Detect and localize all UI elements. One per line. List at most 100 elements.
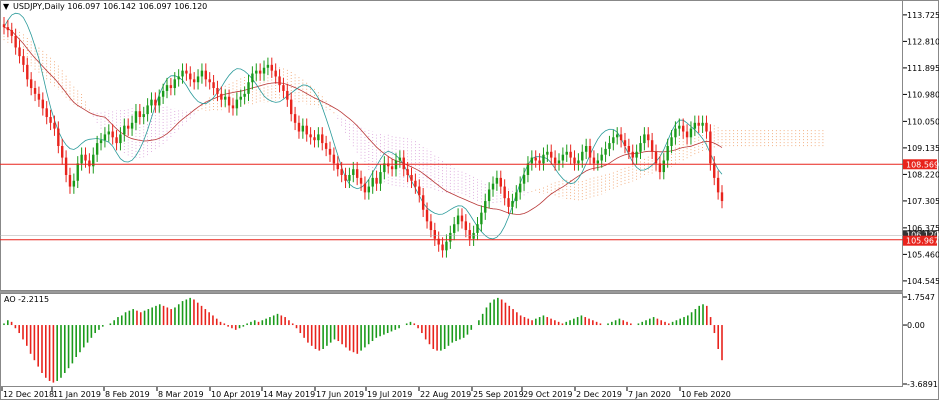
chikou-line: [3, 12, 723, 240]
candle-body: [418, 186, 421, 196]
candle-body: [596, 160, 600, 164]
candle-body: [600, 154, 603, 161]
candle-body: [200, 70, 204, 77]
candle-body: [204, 70, 208, 80]
trading-chart[interactable]: 108.569106.120105.967 113.725112.810111.…: [0, 0, 939, 400]
candle-body: [26, 64, 29, 80]
candle-body: [503, 186, 506, 199]
candle-body: [553, 157, 557, 164]
candle-body: [371, 177, 374, 187]
candle-body: [99, 140, 103, 144]
candle-body: [716, 177, 720, 193]
candle-body: [2, 24, 6, 28]
candle-body: [705, 122, 708, 132]
candle-body: [515, 192, 518, 202]
candle-body: [367, 186, 371, 193]
candle-body: [192, 79, 196, 83]
candle-body: [612, 137, 615, 144]
candle-body: [340, 169, 343, 175]
candle-body: [161, 90, 165, 97]
ao-tick-label: 0.00: [907, 321, 925, 330]
candle-body: [701, 122, 704, 126]
candle-body: [534, 157, 537, 161]
candle-body: [685, 131, 689, 138]
candle-body: [321, 134, 324, 144]
candle-body: [29, 79, 33, 89]
candle-body: [53, 122, 56, 129]
candle-body: [247, 82, 250, 94]
candle-body: [390, 166, 394, 170]
candle-body: [379, 172, 382, 184]
candle-body: [119, 134, 122, 144]
candle-body: [45, 108, 48, 118]
candle-body: [115, 137, 118, 144]
price-tick-label: 104.545: [907, 277, 939, 286]
candle-body: [697, 122, 700, 126]
candle-body: [456, 215, 460, 225]
candle-body: [449, 232, 452, 242]
price-tick-label: 110.050: [907, 117, 939, 126]
candle-body: [41, 99, 45, 109]
candle-body: [344, 174, 347, 181]
collapse-arrow-icon[interactable]: ▼: [3, 2, 10, 11]
candle-body: [608, 143, 611, 149]
candle-body: [394, 160, 398, 170]
candle-body: [577, 160, 580, 164]
candle-body: [445, 241, 448, 251]
date-tick-label: 10 Feb 2020: [681, 390, 731, 399]
price-tick-label: 106.375: [907, 224, 939, 233]
candle-body: [64, 157, 68, 175]
candle-body: [243, 93, 246, 97]
resistance-tag-label: 108.569: [906, 160, 939, 169]
candle-body: [18, 47, 21, 57]
candle-body: [130, 122, 134, 129]
candle-body: [258, 70, 262, 74]
candle-body: [476, 224, 479, 233]
candle-body: [542, 154, 545, 164]
price-tick-label: 112.810: [907, 37, 939, 46]
indicator-header: AO -2.2115: [4, 295, 49, 304]
candle-body: [375, 177, 378, 184]
candle-body: [720, 192, 724, 202]
candle-body: [425, 209, 429, 222]
candle-body: [619, 134, 623, 141]
price-tick-label: 111.895: [907, 64, 939, 73]
candle-body: [623, 140, 627, 146]
candle-body: [627, 146, 631, 152]
candle-body: [80, 154, 83, 164]
candle-body: [588, 146, 592, 158]
candle-body: [670, 137, 673, 146]
candle-body: [134, 111, 138, 123]
candle-body: [324, 143, 328, 149]
date-tick-label: 14 May 2019: [263, 390, 315, 399]
ichimoku-lines: [3, 12, 723, 240]
candle-body: [224, 96, 227, 100]
candle-body: [76, 163, 79, 181]
candle-body: [177, 76, 180, 80]
candle-body: [274, 70, 277, 77]
price-tick-label: 105.460: [907, 250, 939, 259]
candle-body: [581, 151, 584, 161]
candles-group: [2, 17, 724, 258]
candle-body: [88, 160, 91, 167]
candle-body: [150, 99, 153, 106]
candle-body: [480, 212, 483, 225]
candle-body: [208, 79, 211, 83]
candle-body: [518, 183, 522, 193]
candle-body: [227, 96, 231, 106]
candle-body: [305, 125, 308, 135]
date-tick-label: 12 Dec 2018: [3, 390, 54, 399]
candle-body: [103, 134, 107, 141]
date-tick-label: 11 Jan 2019: [53, 390, 101, 399]
price-tick-label: 109.135: [907, 144, 939, 153]
candle-body: [561, 154, 565, 161]
candle-body: [317, 134, 320, 141]
candle-body: [402, 157, 405, 170]
candle-body: [262, 67, 266, 74]
candle-body: [146, 105, 149, 115]
candle-body: [293, 114, 297, 123]
candle-body: [592, 157, 596, 164]
candle-body: [126, 125, 130, 129]
candle-body: [37, 93, 41, 100]
candle-body: [693, 122, 697, 129]
